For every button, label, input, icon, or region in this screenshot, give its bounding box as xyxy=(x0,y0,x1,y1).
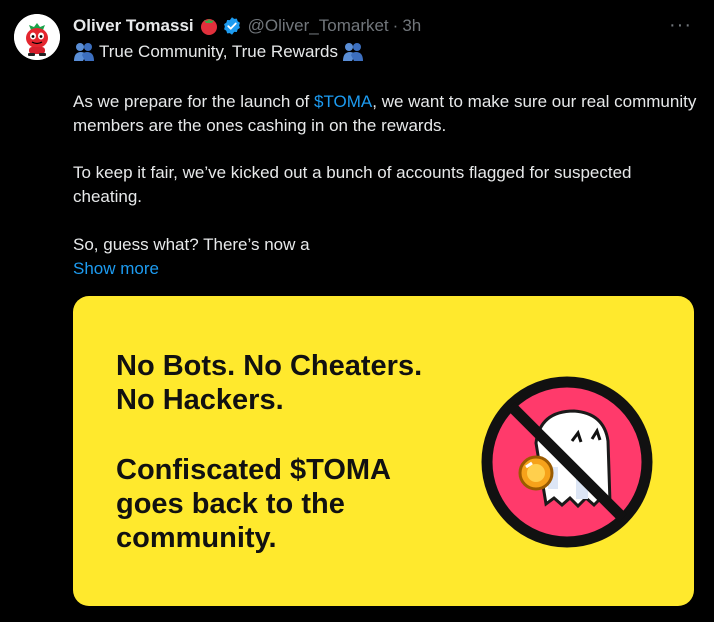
more-horizontal-icon: ··· xyxy=(669,14,692,36)
image-headline: No Bots. No Cheaters. No Hackers. xyxy=(116,349,422,417)
people-hugging-icon xyxy=(74,43,94,61)
people-hugging-icon xyxy=(343,43,364,61)
tweet-title-text: True Community, True Rewards xyxy=(99,42,339,61)
timestamp[interactable]: 3h xyxy=(402,16,421,36)
user-handle[interactable]: @Oliver_Tomarket xyxy=(248,16,389,36)
tweet-paragraph: As we prepare for the launch of $TOMA, w… xyxy=(73,90,703,138)
show-more-link[interactable]: Show more xyxy=(73,257,159,281)
tweet-title: True Community, True Rewards xyxy=(73,40,703,64)
avatar[interactable] xyxy=(14,14,60,60)
paragraph-text: As we prepare for the launch of xyxy=(73,92,314,111)
tweet-paragraph: To keep it fair, we’ve kicked out a bunc… xyxy=(73,163,632,206)
cashtag-link[interactable]: $TOMA xyxy=(314,92,372,111)
image-subheadline: Confiscated $TOMA goes back to the commu… xyxy=(116,453,391,555)
more-options-button[interactable]: ··· xyxy=(669,14,692,37)
tweet-paragraph: So, guess what? There’s now a xyxy=(73,235,310,254)
display-name[interactable]: Oliver Tomassi xyxy=(73,16,194,36)
tweet-image[interactable]: No Bots. No Cheaters. No Hackers. Confis… xyxy=(73,296,694,606)
verified-badge-icon xyxy=(223,17,240,35)
prohibited-ghost-icon xyxy=(481,376,653,548)
tweet-header: Oliver Tomassi @Oliver_Tomarket · 3h xyxy=(73,14,421,38)
tomato-icon xyxy=(200,19,217,35)
image-text-line: community. xyxy=(116,522,277,554)
image-text-line: No Bots. No Cheaters. xyxy=(116,350,423,382)
separator: · xyxy=(392,16,399,35)
image-text-line: goes back to the xyxy=(116,488,345,520)
image-text-line: Confiscated $TOMA xyxy=(116,454,392,486)
image-text-line: No Hackers. xyxy=(116,384,284,416)
